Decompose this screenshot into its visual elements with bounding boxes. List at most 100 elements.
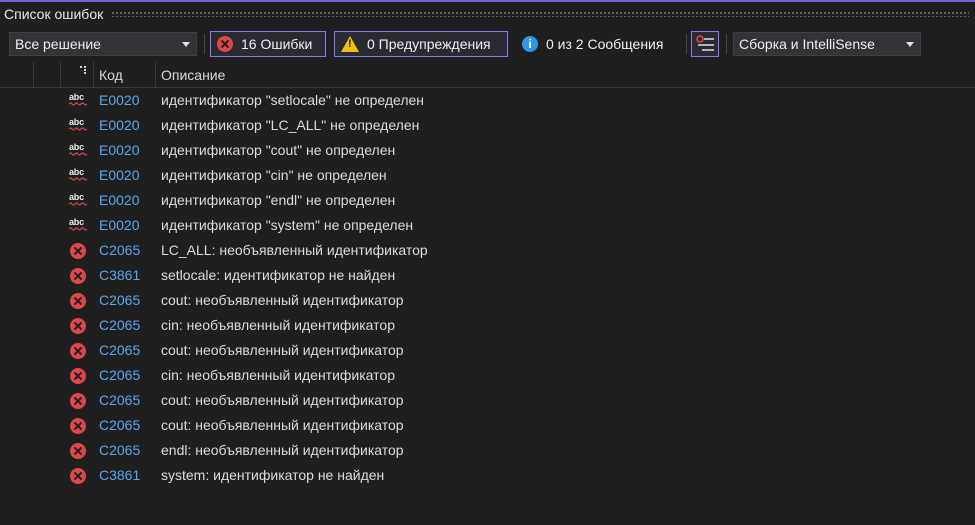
spell-check-icon: abc [69,93,87,107]
column-divider[interactable] [93,62,94,88]
error-code-link[interactable]: E0020 [99,117,139,133]
table-row[interactable]: C2065 endl: необъявленный идентификатор [0,438,975,463]
table-row[interactable]: abc E0020 идентификатор "cout" не определе… [0,138,975,163]
error-code-link[interactable]: E0020 [99,142,139,158]
error-description: идентификатор "cin" не определен [161,167,387,183]
column-divider[interactable] [60,62,61,88]
error-code-link[interactable]: E0020 [99,167,139,183]
error-icon [70,443,86,459]
row-icon-cell [69,443,87,459]
error-code-link[interactable]: C2065 [99,342,140,358]
table-row[interactable]: C2065 cout: необъявленный идентификатор [0,388,975,413]
scope-select[interactable]: Все решение [9,32,197,56]
chevron-down-icon [182,42,190,47]
filter-toggle-button[interactable] [691,31,719,57]
table-row[interactable]: C2065 cin: необъявленный идентификатор [0,313,975,338]
row-icon-cell [69,318,87,334]
build-source-select[interactable]: Сборка и IntelliSense [733,32,921,56]
row-icon-cell [69,268,87,284]
row-icon-cell: abc [69,93,87,109]
messages-filter-button[interactable]: i 0 из 2 Сообщения [516,31,682,57]
column-header-description[interactable]: Описание [161,67,225,83]
error-description: system: идентификатор не найден [161,467,385,483]
table-row[interactable]: abc E0020 идентификатор "cin" не определен [0,163,975,188]
error-code-link[interactable]: E0020 [99,192,139,208]
error-list: abc E0020 идентификатор "setlocale" не опр… [0,88,975,488]
row-icon-cell [69,393,87,409]
error-code-link[interactable]: C2065 [99,367,140,383]
error-icon [70,268,86,284]
error-icon [217,36,233,52]
row-icon-cell: abc [69,118,87,134]
build-source-value: Сборка и IntelliSense [739,36,875,52]
spell-check-icon: abc [69,168,87,182]
error-description: идентификатор "endl" не определен [161,192,396,208]
spell-check-icon: abc [69,218,87,232]
error-code-link[interactable]: C2065 [99,417,140,433]
error-icon [70,243,86,259]
error-description: cin: необъявленный идентификатор [161,317,395,333]
row-icon-cell [69,343,87,359]
table-row[interactable]: abc E0020 идентификатор "system" не опреде… [0,213,975,238]
table-row[interactable]: C3861 setlocale: идентификатор не найден [0,263,975,288]
error-description: LC_ALL: необъявленный идентификатор [161,242,428,258]
spell-check-icon: abc [69,118,87,132]
sort-grip-icon[interactable] [80,66,90,74]
error-description: cout: необъявленный идентификатор [161,292,404,308]
row-icon-cell [69,243,87,259]
table-row[interactable]: abc E0020 идентификатор "endl" не определе… [0,188,975,213]
error-icon [70,368,86,384]
title-grip[interactable] [111,11,969,17]
errors-filter-button[interactable]: 16 Ошибки [210,31,326,57]
filter-list-icon [696,35,714,51]
error-code-link[interactable]: E0020 [99,217,139,233]
error-code-link[interactable]: C2065 [99,292,140,308]
error-code-link[interactable]: C3861 [99,267,140,283]
errors-filter-label: 16 Ошибки [241,36,313,52]
table-row[interactable]: C2065 cout: необъявленный идентификатор [0,288,975,313]
toolbar-separator [686,34,687,54]
error-code-link[interactable]: C3861 [99,467,140,483]
column-header-code[interactable]: Код [99,67,123,83]
error-code-link[interactable]: C2065 [99,317,140,333]
chevron-down-icon [906,42,914,47]
error-code-link[interactable]: C2065 [99,392,140,408]
row-icon-cell [69,418,87,434]
error-description: идентификатор "LC_ALL" не определен [161,117,420,133]
column-divider[interactable] [155,62,156,88]
error-description: cout: необъявленный идентификатор [161,392,404,408]
spell-check-icon: abc [69,193,87,207]
title-bar[interactable]: Список ошибок [0,2,975,26]
toolbar-separator [204,34,205,54]
row-icon-cell: abc [69,218,87,234]
table-row[interactable]: abc E0020 идентификатор "setlocale" не опр… [0,88,975,113]
error-code-link[interactable]: C2065 [99,442,140,458]
table-row[interactable]: abc E0020 идентификатор "LC_ALL" не опреде… [0,113,975,138]
column-divider[interactable] [33,62,34,88]
table-row[interactable]: C2065 cin: необъявленный идентификатор [0,363,975,388]
error-description: endl: необъявленный идентификатор [161,442,404,458]
row-icon-cell [69,293,87,309]
error-description: идентификатор "system" не определен [161,217,414,233]
table-row[interactable]: C2065 cout: необъявленный идентификатор [0,413,975,438]
error-description: setlocale: идентификатор не найден [161,267,396,283]
error-description: cin: необъявленный идентификатор [161,367,395,383]
toolbar: Все решение 16 Ошибки ! 0 Предупреждения… [0,29,975,59]
row-icon-cell: abc [69,143,87,159]
scope-select-value: Все решение [15,36,101,52]
error-icon [70,418,86,434]
error-description: идентификатор "cout" не определен [161,142,396,158]
error-code-link[interactable]: C2065 [99,242,140,258]
spell-check-icon: abc [69,143,87,157]
error-code-link[interactable]: E0020 [99,92,139,108]
warnings-filter-label: 0 Предупреждения [367,36,491,52]
table-row[interactable]: C2065 cout: необъявленный идентификатор [0,338,975,363]
error-icon [70,393,86,409]
row-icon-cell [69,468,87,484]
error-description: идентификатор "setlocale" не определен [161,92,425,108]
table-row[interactable]: C3861 system: идентификатор не найден [0,463,975,488]
table-row[interactable]: C2065 LC_ALL: необъявленный идентификатор [0,238,975,263]
error-icon [70,343,86,359]
warnings-filter-button[interactable]: ! 0 Предупреждения [334,31,508,57]
error-icon [70,318,86,334]
